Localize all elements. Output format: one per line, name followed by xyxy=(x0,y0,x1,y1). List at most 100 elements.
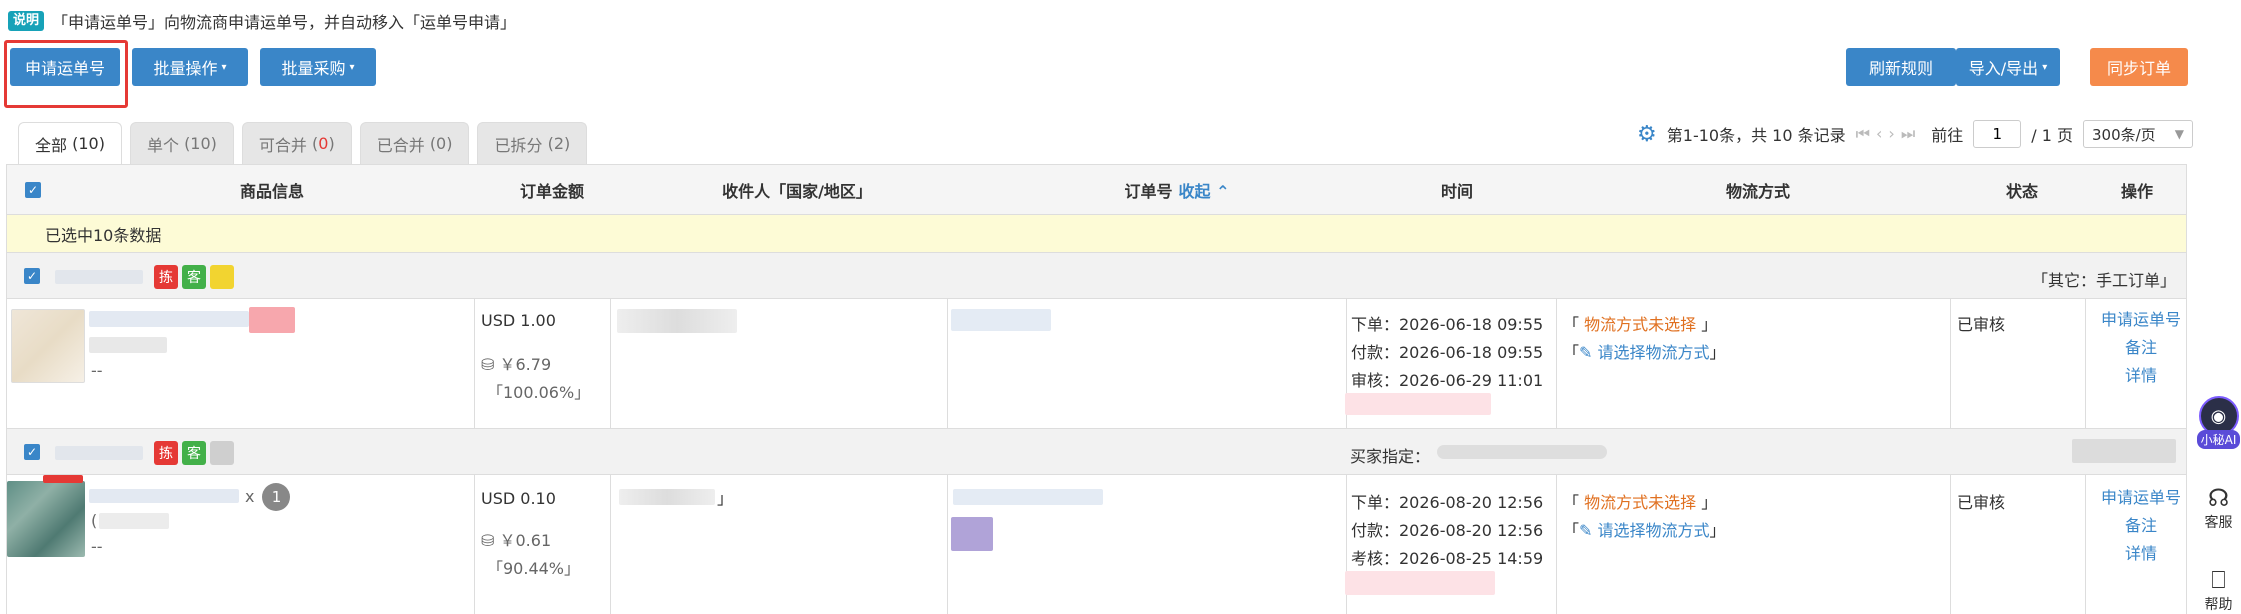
header-order-no: 订单号 收起 ⌃ xyxy=(967,165,1387,215)
choose-logistics[interactable]: 「✎ 请选择物流方式」 xyxy=(1563,517,1726,541)
note-link[interactable]: 备注 xyxy=(2125,515,2157,537)
note-link[interactable]: 备注 xyxy=(2125,337,2157,359)
bracket-close: 」 xyxy=(1701,493,1718,512)
order-tabs: 全部 (10) 单个 (10) 可合并 (0) 已合并 (0) 已拆分 (2) xyxy=(18,122,588,164)
product-badge xyxy=(43,475,83,483)
tab-merged[interactable]: 已合并 (0) xyxy=(359,122,470,164)
redacted-text xyxy=(1345,393,1491,415)
tab-count: (2) xyxy=(547,134,571,153)
batch-purchase-button[interactable]: 批量采购 ▾ xyxy=(260,48,376,86)
bracket-open: 「 xyxy=(1563,343,1580,362)
apply-waybill-link[interactable]: 申请运单号 xyxy=(2101,309,2181,331)
table-row: -- USD 1.00 ⛁ ￥6.79 「100.06%」 下单：2026-06… xyxy=(7,299,2186,429)
batch-ops-label: 批量操作 xyxy=(153,59,218,78)
logistics-unset-text: 物流方式未选择 xyxy=(1584,315,1697,334)
page-size-select[interactable]: 300条/页 ▼ xyxy=(2083,120,2193,148)
cost-value: ￥6.79 xyxy=(499,355,552,374)
apply-waybill-button[interactable]: 申请运单号 xyxy=(10,48,120,86)
import-export-button[interactable]: 导入/导出 ▾ xyxy=(1956,48,2060,86)
pick-tag: 拣 xyxy=(154,265,178,289)
apply-waybill-label: 申请运单号 xyxy=(24,59,105,78)
header-status: 状态 xyxy=(2005,182,2038,201)
quantity: x1 xyxy=(245,483,291,511)
redacted-recipient xyxy=(617,309,737,333)
choose-logistics-link[interactable]: 请选择物流方式 xyxy=(1598,343,1710,362)
redacted-text xyxy=(1345,571,1495,595)
tab-label: 已拆分 xyxy=(494,135,543,155)
edit-icon: ✎ xyxy=(1579,521,1593,540)
select-all-checkbox[interactable]: ✓ xyxy=(18,165,48,215)
order-time: 下单：2026-06-18 09:55 xyxy=(1351,315,1544,334)
refresh-rules-button[interactable]: 刷新规则 xyxy=(1846,48,1956,86)
headset-icon: ☊ xyxy=(2207,484,2230,512)
redacted-text xyxy=(89,337,167,353)
detail-link[interactable]: 详情 xyxy=(2125,365,2157,387)
total-pages: / 1 页 xyxy=(2031,126,2073,145)
tab-single[interactable]: 单个 (10) xyxy=(129,122,234,164)
divider xyxy=(610,299,611,428)
tab-count: (10) xyxy=(72,134,105,153)
choose-logistics[interactable]: 「✎ 请选择物流方式」 xyxy=(1563,339,1726,363)
sync-orders-button[interactable]: 同步订单 xyxy=(2090,48,2188,86)
customer-tag: 客 xyxy=(182,265,206,289)
divider xyxy=(947,475,948,614)
product-dash: -- xyxy=(91,361,103,380)
coins-icon: ⛁ xyxy=(481,355,495,374)
redacted-text xyxy=(99,513,169,529)
chevron-down-icon: ▾ xyxy=(2042,61,2048,73)
tab-label: 单个 xyxy=(146,135,179,155)
notice-tag: 说明 xyxy=(8,11,45,31)
header-logistics: 物流方式 xyxy=(1725,182,1790,201)
redacted-text xyxy=(1437,445,1607,459)
logistics-unset: 「 物流方式未选择 」 xyxy=(1563,489,1717,513)
bracket-close: 」 xyxy=(1701,315,1718,334)
audit-time: 考核：2026-08-25 14:59 xyxy=(1351,549,1544,568)
book-icon: ⎕ xyxy=(2211,566,2226,594)
apply-waybill-link[interactable]: 申请运单号 xyxy=(2101,487,2181,509)
redacted-recipient xyxy=(619,489,715,505)
page-nav-icons[interactable]: ⏮‹›⏭ xyxy=(1856,124,1922,144)
audit-time: 审核：2026-06-29 11:01 xyxy=(1351,371,1544,390)
bracket-open: 「 xyxy=(1563,315,1580,334)
help-label: 帮助 xyxy=(2204,597,2233,613)
service-label: 客服 xyxy=(2204,515,2233,531)
coins-icon: ⛁ xyxy=(481,531,495,550)
tab-split[interactable]: 已拆分 (2) xyxy=(477,122,588,164)
divider xyxy=(1950,475,1951,614)
check-icon: ✓ xyxy=(25,182,41,198)
page-number-input[interactable] xyxy=(1973,120,2022,148)
product-thumbnail[interactable] xyxy=(7,481,85,557)
chevron-up-icon: ⌃ xyxy=(1216,182,1230,201)
gear-icon[interactable]: ⚙ xyxy=(1637,122,1657,147)
ai-assistant[interactable]: ◉ 小秘AI xyxy=(2196,396,2241,449)
choose-logistics-link[interactable]: 请选择物流方式 xyxy=(1598,521,1710,540)
tab-all[interactable]: 全部 (10) xyxy=(18,122,122,164)
collapse-link[interactable]: 收起 ⌃ xyxy=(1179,178,1230,202)
cost-value: ￥0.61 xyxy=(499,531,552,550)
logistics-unset-text: 物流方式未选择 xyxy=(1584,493,1697,512)
tab-mergeable[interactable]: 可合并 (0) xyxy=(241,122,352,164)
batch-ops-button[interactable]: 批量操作 ▾ xyxy=(132,48,248,86)
qty-badge: 1 xyxy=(262,483,291,511)
goto-label: 前往 xyxy=(1931,126,1964,145)
row-checkbox[interactable]: ✓ xyxy=(24,444,40,460)
header-ops: 操作 xyxy=(2120,182,2153,201)
detail-link[interactable]: 详情 xyxy=(2125,543,2157,565)
customer-service[interactable]: ☊ 客服 xyxy=(2196,484,2241,532)
pick-tag: 拣 xyxy=(154,441,178,465)
batch-purchase-label: 批量采购 xyxy=(281,59,346,78)
import-export-label: 导入/导出 xyxy=(1968,59,2039,78)
help[interactable]: ⎕ 帮助 xyxy=(2196,566,2241,614)
order-amount: USD 0.10 xyxy=(481,489,556,508)
bracket-close: 」 xyxy=(1709,521,1726,540)
sync-orders-label: 同步订单 xyxy=(2106,59,2171,78)
flag-tag xyxy=(210,265,234,289)
qty-prefix: x xyxy=(245,487,255,506)
row-checkbox[interactable]: ✓ xyxy=(24,268,40,284)
refresh-rules-label: 刷新规则 xyxy=(1868,59,1933,78)
divider xyxy=(474,299,475,428)
selection-bar: 已选中10条数据 xyxy=(7,215,2186,253)
redacted-order-no xyxy=(951,517,993,551)
product-thumbnail[interactable] xyxy=(11,309,85,383)
divider xyxy=(1556,299,1557,428)
